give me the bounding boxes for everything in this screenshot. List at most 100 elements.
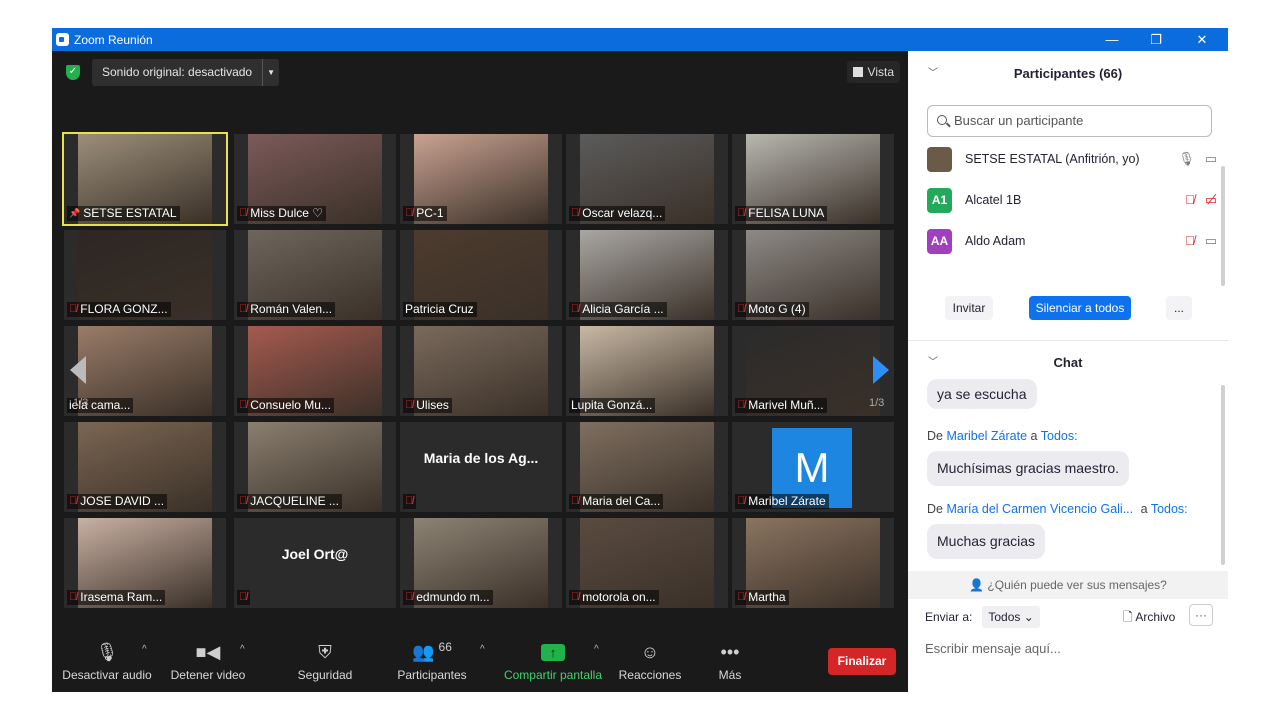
video-tile[interactable]: 🎙̸ Irasema Ram... — [64, 518, 226, 608]
video-tile[interactable]: 🎙̸ motorola on... — [566, 518, 728, 608]
video-tile[interactable]: Maria de los Ag... 🎙̸ — [400, 422, 562, 512]
who-can-see-messages[interactable]: 👤 ¿Quién puede ver sus mensajes? — [908, 578, 1228, 592]
muted-microphone-icon: 🎙̸ — [405, 591, 414, 603]
original-sound-button[interactable]: Sonido original: desactivado ▼ — [92, 59, 280, 86]
person-icon: 👤 — [969, 578, 985, 592]
file-label: Archivo — [1135, 610, 1176, 624]
participant-name: Aldo Adam — [965, 234, 1026, 248]
video-tile[interactable]: 🎙̸ FLORA GONZ... — [64, 230, 226, 320]
participants-title: Participantes (66) — [1013, 66, 1123, 81]
mute-audio-button[interactable]: 🎙 Desactivar audio — [62, 636, 152, 692]
video-tile[interactable]: Patricia Cruz — [400, 230, 562, 320]
minimize-button[interactable]: — — [1090, 28, 1134, 51]
video-camera-icon: ■◀ — [195, 641, 221, 662]
participant-name-label: 🎙̸ edmundo m... — [403, 590, 493, 605]
muted-microphone-icon: 🎙̸ — [405, 399, 414, 411]
participants-button[interactable]: 👥 66 Participantes — [394, 636, 470, 692]
participants-scrollbar[interactable] — [1221, 166, 1225, 286]
video-tile[interactable]: Joel Ort@ 🎙̸ — [234, 518, 396, 608]
video-tile[interactable]: 🎙̸ Moto G (4) — [732, 230, 894, 320]
video-tile[interactable]: 🎙̸ Alicia García ... — [566, 230, 728, 320]
video-tile[interactable]: M 🎙̸ Maribel Zárate — [732, 422, 894, 512]
audio-options-caret-icon[interactable]: ^ — [142, 644, 147, 655]
participant-actions: Invitar Silenciar a todos ... — [908, 292, 1228, 322]
mute-all-button[interactable]: Silenciar a todos — [1029, 296, 1131, 320]
reactions-button[interactable]: ☺ Reacciones — [618, 636, 682, 692]
share-options-caret-icon[interactable]: ^ — [594, 644, 599, 655]
video-tile[interactable]: 🎙̸ FELISA LUNA — [732, 134, 894, 224]
participants-header: ﹀ Participantes (66) — [908, 51, 1228, 96]
invite-button[interactable]: Invitar — [945, 296, 993, 320]
grid-icon — [852, 67, 863, 77]
chat-recipient: Todos: — [1150, 502, 1188, 516]
participant-name-label: 🎙̸ Maribel Zárate — [735, 494, 829, 509]
close-button[interactable]: ✕ — [1180, 28, 1224, 51]
video-tile[interactable]: 🎙̸ Oscar velazq... — [566, 134, 728, 224]
muted-microphone-icon: 🎙̸ — [405, 495, 414, 507]
participant-name: Lupita Gonzá... — [571, 398, 653, 412]
video-off-icon[interactable]: ▭̸ — [1205, 192, 1217, 208]
view-button[interactable]: Vista — [846, 61, 900, 83]
chevron-down-icon[interactable]: ▼ — [263, 68, 279, 77]
video-camera-icon[interactable]: ▭ — [1205, 233, 1217, 249]
stop-video-button[interactable]: ■◀ Detener video — [168, 636, 248, 692]
video-tile[interactable]: 🎙̸ JACQUELINE ... — [234, 422, 396, 512]
participant-search-input[interactable]: Buscar un participante — [927, 105, 1212, 137]
video-tile[interactable]: 🎙̸ Miss Dulce ♡ — [234, 134, 396, 224]
video-tile[interactable]: iela cama... — [64, 326, 226, 416]
next-page-arrow-icon[interactable] — [873, 356, 889, 384]
video-options-caret-icon[interactable]: ^ — [240, 644, 245, 655]
security-button[interactable]: ⛨ Seguridad — [292, 636, 358, 692]
video-tile[interactable]: 🎙̸ Ulises — [400, 326, 562, 416]
video-tile[interactable]: 📌 SETSE ESTATAL — [62, 132, 228, 226]
share-screen-icon: ↑ — [500, 636, 606, 668]
participant-row[interactable]: AA Aldo Adam 🎙̸ ▭ — [927, 226, 1217, 256]
participants-more-button[interactable]: ... — [1166, 296, 1192, 320]
chat-sender[interactable]: María del Carmen Vicencio Gali... — [946, 502, 1133, 516]
video-tile[interactable]: 🎙̸ PC-1 — [400, 134, 562, 224]
chat-more-button[interactable]: ··· — [1189, 604, 1213, 626]
send-to-dropdown[interactable]: Todos ⌄ — [982, 606, 1040, 628]
muted-microphone-icon[interactable]: 🎙̸ — [1185, 233, 1195, 249]
video-tile[interactable]: 🎙̸ Consuelo Mu... — [234, 326, 396, 416]
participant-row[interactable]: SETSE ESTATAL (Anfitrión, yo) 🎙 ▭ — [927, 144, 1217, 174]
muted-microphone-icon[interactable]: 🎙̸ — [1185, 192, 1195, 208]
chat-scrollbar[interactable] — [1221, 385, 1225, 565]
file-button[interactable]: 🗋 Archivo — [1123, 608, 1175, 629]
microphone-icon: 🎙 — [95, 641, 119, 662]
microphone-icon[interactable]: 🎙 — [1178, 151, 1195, 167]
participant-name-label: 🎙̸ Consuelo Mu... — [237, 398, 334, 413]
end-meeting-button[interactable]: Finalizar — [828, 648, 896, 675]
chat-message: ya se escucha — [927, 379, 1037, 409]
video-camera-icon[interactable]: ▭ — [1205, 151, 1217, 167]
video-tile[interactable]: Lupita Gonzá... — [566, 326, 728, 416]
chat-sender[interactable]: Maribel Zárate — [946, 429, 1027, 443]
collapse-participants-chevron-icon[interactable]: ﹀ — [928, 51, 938, 96]
participants-options-caret-icon[interactable]: ^ — [480, 644, 485, 655]
video-tile[interactable]: 🎙̸ Román Valen... — [234, 230, 396, 320]
participant-name-label: 🎙̸ JOSE DAVID ... — [67, 494, 168, 509]
mute-audio-label: Desactivar audio — [62, 668, 152, 682]
video-tile[interactable]: 🎙̸ JOSE DAVID ... — [64, 422, 226, 512]
previous-page-arrow-icon[interactable] — [70, 356, 86, 384]
video-tile[interactable]: 🎙̸ edmundo m... — [400, 518, 562, 608]
participant-row[interactable]: A1 Alcatel 1B 🎙̸ ▭̸ — [927, 185, 1217, 215]
chat-recipient: Todos: — [1040, 429, 1078, 443]
muted-microphone-icon: 🎙̸ — [239, 399, 248, 411]
share-screen-button[interactable]: ↑ Compartir pantalla — [500, 636, 606, 692]
participant-name: Oscar velazq... — [582, 206, 663, 220]
video-tile[interactable]: 🎙̸ Martha — [732, 518, 894, 608]
chevron-down-icon: ⌄ — [1023, 610, 1034, 624]
chat-title: Chat — [1053, 355, 1083, 370]
participant-name-label: 🎙̸ Martha — [735, 590, 789, 605]
encryption-shield-icon[interactable]: ✓ — [66, 65, 80, 80]
meeting-area: ✓ Sonido original: desactivado ▼ Vista 📌… — [52, 51, 908, 692]
chat-message-input[interactable]: Escribir mensaje aquí... — [925, 641, 1061, 656]
muted-microphone-icon: 🎙̸ — [737, 207, 746, 219]
more-button[interactable]: ••• Más — [708, 636, 752, 692]
chat-sender-line: De Maribel Zárate a Todos: — [927, 429, 1078, 443]
video-tile[interactable]: 🎙̸ Maria del Ca... — [566, 422, 728, 512]
restore-button[interactable]: ❐ — [1134, 28, 1178, 51]
search-icon — [937, 115, 947, 125]
participant-name-label: 🎙̸ — [403, 494, 417, 509]
